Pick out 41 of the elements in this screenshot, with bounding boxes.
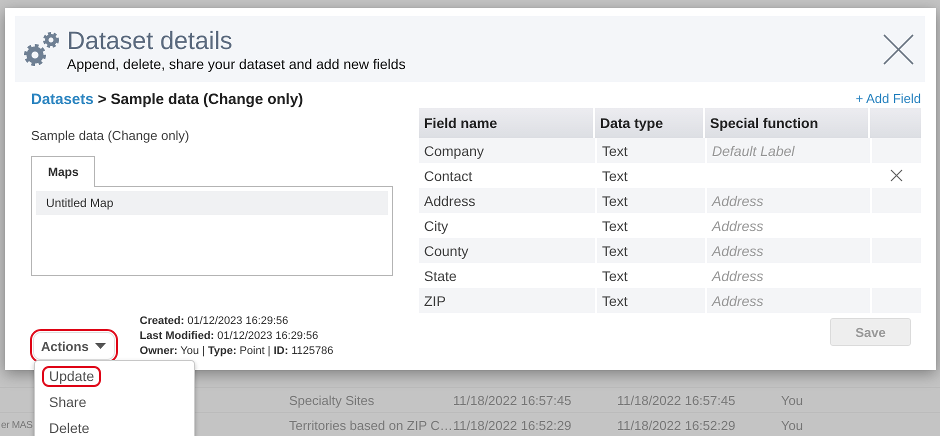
gears-icon (21, 29, 61, 69)
table-cell-text: ZIP (423, 292, 447, 310)
table-cell-text: County (423, 242, 470, 261)
table-cell: Text (595, 288, 705, 313)
map-list-item[interactable]: Untitled Map (36, 191, 388, 215)
column-header[interactable]: Field name (419, 108, 593, 138)
dialog-subtitle: Append, delete, share your dataset and add new fields (67, 56, 407, 72)
caret-icon (94, 343, 106, 349)
background-table-cell: 11/18/2022 16:52:29 (616, 418, 736, 432)
dialog-title: Dataset details (67, 26, 234, 54)
column-header[interactable]: Data type (595, 108, 703, 138)
dataset-name: Sample data (Change only) (31, 128, 190, 143)
menu-item[interactable]: Update (42, 366, 102, 387)
breadcrumb-current: > Sample data (Change only) (98, 91, 304, 108)
delete-icon[interactable] (890, 169, 903, 182)
datasets-link[interactable]: Datasets (31, 91, 94, 108)
metadata-line: Created: 01/12/2023 16:29:56 (140, 315, 290, 327)
table-cell-text: Company (423, 142, 485, 161)
background-table-cell: You (780, 418, 803, 432)
menu-item[interactable]: Share (42, 392, 94, 413)
background-table-cell: 11/18/2022 16:57:45 (452, 392, 572, 408)
background-table-cell: You (780, 392, 803, 408)
actions-button[interactable]: Actions (33, 332, 115, 360)
background-table-cell: Specialty Sites (288, 392, 374, 408)
table-cell-text: City (423, 216, 450, 236)
close-icon[interactable] (883, 34, 914, 64)
tab[interactable]: Maps (31, 156, 95, 187)
metadata-line: Owner: You | Type: Point | ID: 1125786 (140, 345, 334, 357)
table-cell-text: Contact (423, 166, 474, 186)
table-cell-text: State (423, 266, 458, 286)
background-table-cell: 11/18/2022 16:52:29 (452, 418, 572, 432)
menu-item[interactable]: Delete (42, 418, 96, 436)
column-header[interactable]: Special function (705, 108, 868, 138)
background-table-cell: er MAS (0, 420, 33, 430)
add-field-link[interactable]: + Add Field (856, 91, 921, 108)
table-cell-text: Address (423, 192, 476, 210)
background-table-cell: 11/18/2022 16:57:45 (616, 392, 736, 408)
metadata-line: Last Modified: 01/12/2023 16:29:56 (140, 330, 320, 342)
table-cell: Address (705, 288, 870, 313)
background-table-cell: Territories based on ZIP C… (288, 418, 453, 432)
column-header (870, 108, 921, 138)
